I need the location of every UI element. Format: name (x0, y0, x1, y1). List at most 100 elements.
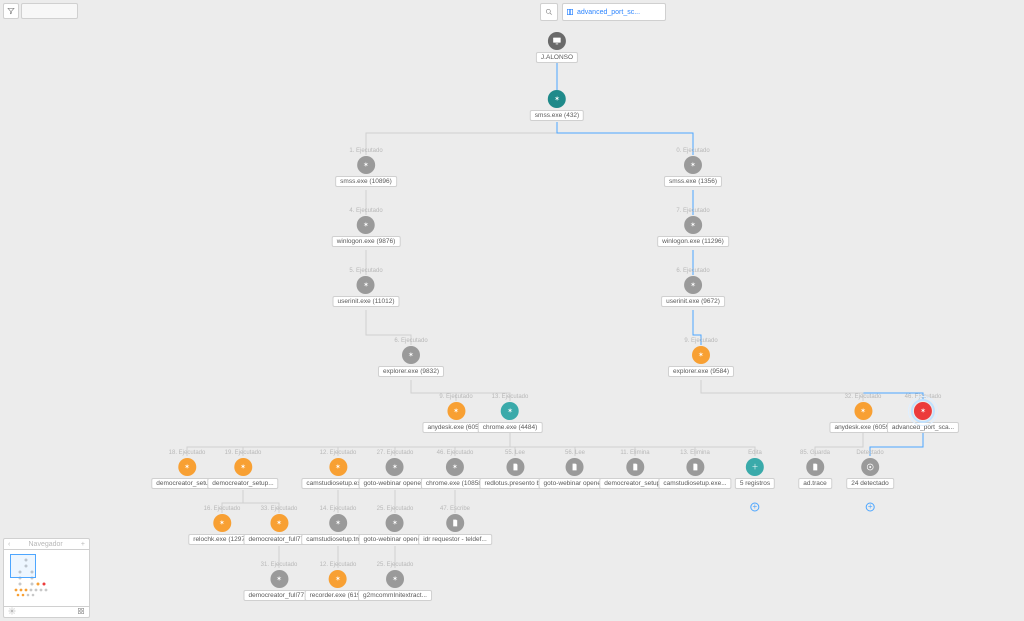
node-label: winlogon.exe (9876) (332, 236, 401, 247)
node-caption: 16. Ejecutado (204, 506, 241, 512)
minimap-title: Navegador (29, 541, 63, 548)
graph-links (0, 0, 1024, 621)
node-caption: 19. Ejecutado (225, 450, 262, 456)
star-icon: ✶ (386, 514, 404, 532)
fit-button[interactable] (77, 607, 85, 617)
star-icon: ✶ (692, 346, 710, 364)
star-icon: ✶ (446, 458, 464, 476)
node-label: g2mcommInitextract... (358, 590, 432, 601)
node-caption: 85. Guarda (800, 450, 830, 456)
node-winlogon-11296[interactable]: 7. Ejecutado ✶ winlogon.exe (11296) (657, 208, 729, 247)
node-userinit-9672[interactable]: 6. Ejecutado ✶ userinit.exe (9672) (661, 268, 725, 307)
monitor-icon (548, 32, 566, 50)
gear-icon (8, 607, 16, 615)
node-caption: 27. Ejecutado (377, 450, 414, 456)
minimap-header: ‹ Navegador + (4, 539, 89, 550)
minimap-panel[interactable]: ‹ Navegador + (3, 538, 90, 618)
node-caption: 18. Ejecutado (169, 450, 206, 456)
star-icon: ✶ (684, 276, 702, 294)
node-detectado[interactable]: Detectado 24 detectado + (846, 450, 894, 489)
node-smss-432[interactable]: ✶ smss.exe (432) (530, 90, 584, 121)
node-smss-1356[interactable]: 0. Ejecutado ✶ smss.exe (1356) (664, 148, 722, 187)
document-icon (626, 458, 644, 476)
star-icon: ✶ (329, 458, 347, 476)
node-caption: 56. Lee (565, 450, 585, 456)
star-icon: ✶ (684, 156, 702, 174)
fit-icon (77, 607, 85, 615)
star-icon: ✶ (447, 402, 465, 420)
node-label: userinit.exe (11012) (333, 296, 400, 307)
expand-icon[interactable]: + (865, 502, 875, 512)
star-icon: ✶ (854, 402, 872, 420)
expand-icon[interactable]: + (750, 502, 760, 512)
node-democreator-setup-b[interactable]: 19. Ejecutado ✶ democreator_setup... (207, 450, 278, 489)
node-label: 5 registros (735, 478, 775, 489)
plus-icon: ＋ (746, 458, 764, 476)
minimap-viewport[interactable] (10, 554, 36, 578)
star-icon: ✶ (270, 514, 288, 532)
node-registros[interactable]: Edita ＋ 5 registros + (735, 450, 775, 489)
graph-canvas[interactable]: J.ALONSO ✶ smss.exe (432) 1. Ejecutado ✶… (0, 0, 1024, 621)
document-icon (686, 458, 704, 476)
svg-text:+: + (868, 502, 873, 511)
node-root[interactable]: J.ALONSO (536, 32, 578, 63)
warning-icon (861, 458, 879, 476)
node-explorer-9584[interactable]: 9. Ejecutado ✶ explorer.exe (9584) (668, 338, 734, 377)
star-icon: ✶ (402, 346, 420, 364)
node-caption: 47. Escribe (440, 506, 470, 512)
node-label: chrome.exe (4484) (478, 422, 543, 433)
settings-button[interactable] (8, 607, 16, 617)
star-icon: ✶ (178, 458, 196, 476)
node-label: democreator_setup... (207, 478, 278, 489)
star-icon: ✶ (548, 90, 566, 108)
node-caption: 55. Lee (505, 450, 525, 456)
node-caption: 46. Ejecutado (437, 450, 474, 456)
document-icon (566, 458, 584, 476)
star-icon: ✶ (684, 216, 702, 234)
star-icon: ✶ (329, 514, 347, 532)
node-caption: 12. Ejecutado (320, 562, 357, 568)
target-icon: ✶ (914, 402, 932, 420)
node-caption: 6. Ejecutado (676, 268, 709, 274)
minimap-body[interactable] (4, 550, 89, 606)
node-camstudio-delete[interactable]: 13. Elimina camstudiosetup.exe... (658, 450, 731, 489)
node-caption: Detectado (856, 450, 883, 456)
node-explorer-9832[interactable]: 6. Ejecutado ✶ explorer.exe (9832) (378, 338, 444, 377)
star-icon: ✶ (357, 156, 375, 174)
minimap-collapse[interactable]: ‹ (8, 541, 10, 548)
node-caption: 25. Ejecutado (377, 506, 414, 512)
node-caption: 4. Ejecutado (349, 208, 382, 214)
node-g2mcomm[interactable]: 25. Ejecutado ✶ g2mcommInitextract... (358, 562, 432, 601)
node-label: explorer.exe (9584) (668, 366, 734, 377)
node-caption: 13. Ejecutado (492, 394, 529, 400)
star-icon: ✶ (357, 276, 375, 294)
star-icon: ✶ (234, 458, 252, 476)
node-caption: 9. Ejecutado (684, 338, 717, 344)
node-chrome-4484[interactable]: 13. Ejecutado ✶ chrome.exe (4484) (478, 394, 543, 433)
node-smss-10896[interactable]: 1. Ejecutado ✶ smss.exe (10896) (335, 148, 397, 187)
node-winlogon-9876[interactable]: 4. Ejecutado ✶ winlogon.exe (9876) (332, 208, 401, 247)
minimap-zoom-in[interactable]: + (81, 541, 85, 548)
node-label: userinit.exe (9672) (661, 296, 725, 307)
node-label: camstudiosetup.exe... (658, 478, 731, 489)
node-label: J.ALONSO (536, 52, 578, 63)
star-icon: ✶ (357, 216, 375, 234)
node-label: smss.exe (432) (530, 110, 584, 121)
node-ad-trace[interactable]: 85. Guarda ad.trace (798, 450, 832, 489)
document-icon (506, 458, 524, 476)
star-icon: ✶ (329, 570, 347, 588)
node-label: idr requestor - teldef... (418, 534, 492, 545)
node-caption: 11. Elimina (620, 450, 649, 456)
star-icon: ✶ (270, 570, 288, 588)
node-caption: 1. Ejecutado (349, 148, 382, 154)
node-caption: 12. Ejecutado (320, 450, 357, 456)
node-userinit-11012[interactable]: 5. Ejecutado ✶ userinit.exe (11012) (333, 268, 400, 307)
node-caption: 13. Elimina (680, 450, 710, 456)
node-caption: 32. Ejecutado (845, 394, 882, 400)
node-caption: 9. Ejecutado (439, 394, 472, 400)
node-caption: 0. Ejecutado (676, 148, 709, 154)
star-icon: ✶ (213, 514, 231, 532)
minimap-footer (4, 606, 89, 617)
node-idr-requestor[interactable]: 47. Escribe idr requestor - teldef... (418, 506, 492, 545)
node-advanced-port-scan[interactable]: 46. Ejecutado ✶ advanced_port_sca... (887, 394, 959, 433)
